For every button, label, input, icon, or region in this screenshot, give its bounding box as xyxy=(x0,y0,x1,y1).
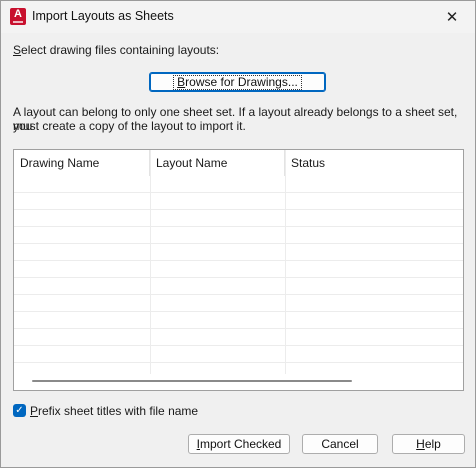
table-row xyxy=(14,227,463,244)
table-row xyxy=(14,278,463,295)
table-body xyxy=(14,176,463,380)
cancel-button[interactable]: Cancel xyxy=(302,434,378,454)
table-row xyxy=(14,261,463,278)
column-header-drawing-name[interactable]: Drawing Name xyxy=(14,150,150,176)
table-header: Drawing Name Layout Name Status xyxy=(14,150,463,176)
prefix-checkbox-label[interactable]: Prefix sheet titles with file name xyxy=(30,404,198,418)
browse-for-drawings-button[interactable]: Browse for Drawings... xyxy=(149,72,326,92)
table-row xyxy=(14,312,463,329)
table-row xyxy=(14,210,463,227)
window-title: Import Layouts as Sheets xyxy=(32,9,174,23)
table-row xyxy=(14,176,463,193)
layouts-table[interactable]: Drawing Name Layout Name Status xyxy=(13,149,464,391)
help-button[interactable]: Help xyxy=(392,434,465,454)
scrollbar-thumb[interactable] xyxy=(32,380,352,382)
autocad-app-icon: A xyxy=(10,8,26,25)
column-divider xyxy=(150,150,151,376)
column-header-status[interactable]: Status xyxy=(285,150,463,176)
import-layouts-dialog: A Import Layouts as Sheets ✕ Select draw… xyxy=(0,0,476,468)
horizontal-scrollbar[interactable] xyxy=(14,374,463,390)
table-row xyxy=(14,346,463,363)
import-checked-button[interactable]: Import Checked xyxy=(188,434,290,454)
title-bar: A Import Layouts as Sheets ✕ xyxy=(1,1,475,33)
info-text-line2: must create a copy of the layout to impo… xyxy=(13,119,246,133)
select-files-label: Select drawing files containing layouts: xyxy=(13,43,220,57)
column-divider xyxy=(285,150,286,376)
column-header-layout-name[interactable]: Layout Name xyxy=(150,150,285,176)
table-row xyxy=(14,329,463,346)
prefix-checkbox[interactable]: ✓ xyxy=(13,404,26,417)
table-row xyxy=(14,295,463,312)
table-row xyxy=(14,244,463,261)
close-button[interactable]: ✕ xyxy=(429,1,475,33)
table-row xyxy=(14,193,463,210)
